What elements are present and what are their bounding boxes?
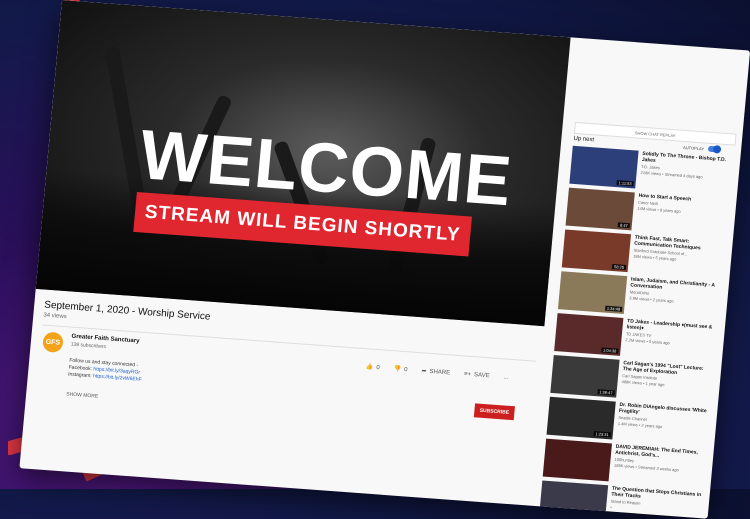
video-item-age: 2 years ago (653, 297, 674, 304)
duration-badge: 1:36:47 (597, 389, 615, 395)
avatar[interactable]: GFS (42, 332, 64, 353)
video-item-views: 218K views (640, 170, 661, 176)
video-thumbnail[interactable]: 1:23:31 (547, 397, 616, 440)
video-item-age: 5 years ago (649, 339, 670, 346)
save-button[interactable]: ≡+SAVE (464, 370, 490, 379)
video-player[interactable]: WELCOME STREAM WILL BEGIN SHORTLY (36, 0, 571, 326)
video-item-age: 5 years ago (655, 255, 676, 262)
video-item-age: 2 years ago (641, 423, 662, 430)
video-item-age: 8 years ago (660, 207, 681, 214)
like-button[interactable]: 👍0 (366, 363, 380, 371)
duration-badge: 58:20 (612, 264, 626, 270)
subscriber-count: 138 subscribers (71, 342, 107, 351)
video-thumbnail[interactable] (543, 439, 612, 482)
video-item-views: 18M views (633, 254, 652, 260)
autoplay-label: AUTOPLAY (683, 144, 704, 151)
playlist-add-icon: ≡+ (464, 371, 472, 377)
subscribe-button[interactable]: SUBSCRIBE (474, 403, 515, 420)
video-thumbnail[interactable]: 58:20 (562, 229, 631, 272)
video-meta: How to Start a SpeechConor Neill14M view… (637, 193, 728, 218)
video-actions: 👍0 👎0 ➦SHARE ≡+SAVE ... (366, 363, 509, 380)
video-item-views: 3.9M views (629, 295, 649, 301)
duration-badge: 1:04:38 (601, 347, 619, 353)
video-thumbnail[interactable]: 1:04:38 (554, 313, 623, 356)
dislike-count: 0 (404, 367, 408, 373)
show-chat-replay-button[interactable]: SHOW CHAT REPLAY (574, 122, 737, 146)
divider (42, 324, 536, 361)
up-next-heading: Up next (573, 136, 594, 143)
duration-badge: 1:23:31 (593, 431, 611, 437)
video-thumbnail[interactable]: 1:34:49 (558, 271, 627, 314)
monitor-screen: WELCOME STREAM WILL BEGIN SHORTLY Septem… (19, 0, 750, 519)
autoplay-toggle[interactable] (708, 146, 721, 153)
video-meta: Carl Sagan's 1994 "Lost" Lecture: The Ag… (621, 360, 713, 390)
like-count: 0 (376, 365, 380, 371)
video-thumbnail[interactable] (539, 480, 608, 518)
save-label: SAVE (474, 372, 490, 379)
share-icon: ➦ (421, 367, 427, 374)
more-button[interactable]: ... (503, 373, 509, 380)
video-meta: Dr. Robin DiAngelo discusses 'White Frag… (618, 402, 710, 432)
view-count: 34 views (43, 312, 67, 320)
duration-badge: 1:34:49 (605, 306, 623, 312)
video-meta: Think Fast, Talk Smart: Communication Te… (633, 235, 725, 265)
thumbs-up-icon: 👍 (366, 363, 374, 371)
instagram-label: Instagram: (68, 371, 92, 379)
video-meta: DAVID JEREMIAH: The End Times, Antichris… (614, 444, 706, 474)
recommendation-list: 1:11:53Solidly To The Throne - Bishop T.… (575, 38, 745, 50)
video-item-views: 1.4M views (618, 421, 638, 427)
video-thumbnail[interactable]: 1:36:47 (550, 355, 619, 398)
video-meta: Islam, Judaism, and Christianity - A Con… (629, 276, 721, 306)
share-label: SHARE (429, 368, 450, 375)
video-item-views: 489K views (621, 379, 642, 385)
show-more-button[interactable]: SHOW MORE (66, 391, 98, 399)
video-item-views: 2.2M views (625, 337, 645, 343)
video-description: Follow us and stay connected - Facebook:… (68, 358, 229, 391)
video-meta: Solidly To The Throne - Bishop T.D. Jake… (640, 151, 732, 181)
dislike-button[interactable]: 👎0 (393, 365, 407, 373)
duration-badge: 1:11:53 (616, 180, 633, 186)
video-item-views: 14M views (637, 206, 656, 212)
thumbs-down-icon: 👎 (393, 365, 401, 373)
video-meta: TD Jakes - Leadership ♦(must see & liste… (625, 318, 717, 348)
autoplay-control: AUTOPLAY (683, 144, 720, 153)
duration-badge: 8:47 (618, 222, 630, 228)
share-button[interactable]: ➦SHARE (421, 367, 450, 376)
video-thumbnail[interactable]: 8:47 (566, 188, 635, 231)
video-meta: The Question that Stops Christians in Th… (610, 486, 702, 516)
video-item-views: 189K views (614, 463, 635, 469)
video-title: September 1, 2020 - Worship Service (44, 300, 211, 323)
video-thumbnail[interactable]: 1:11:53 (569, 146, 638, 189)
video-item-age: 1 year ago (645, 381, 664, 387)
